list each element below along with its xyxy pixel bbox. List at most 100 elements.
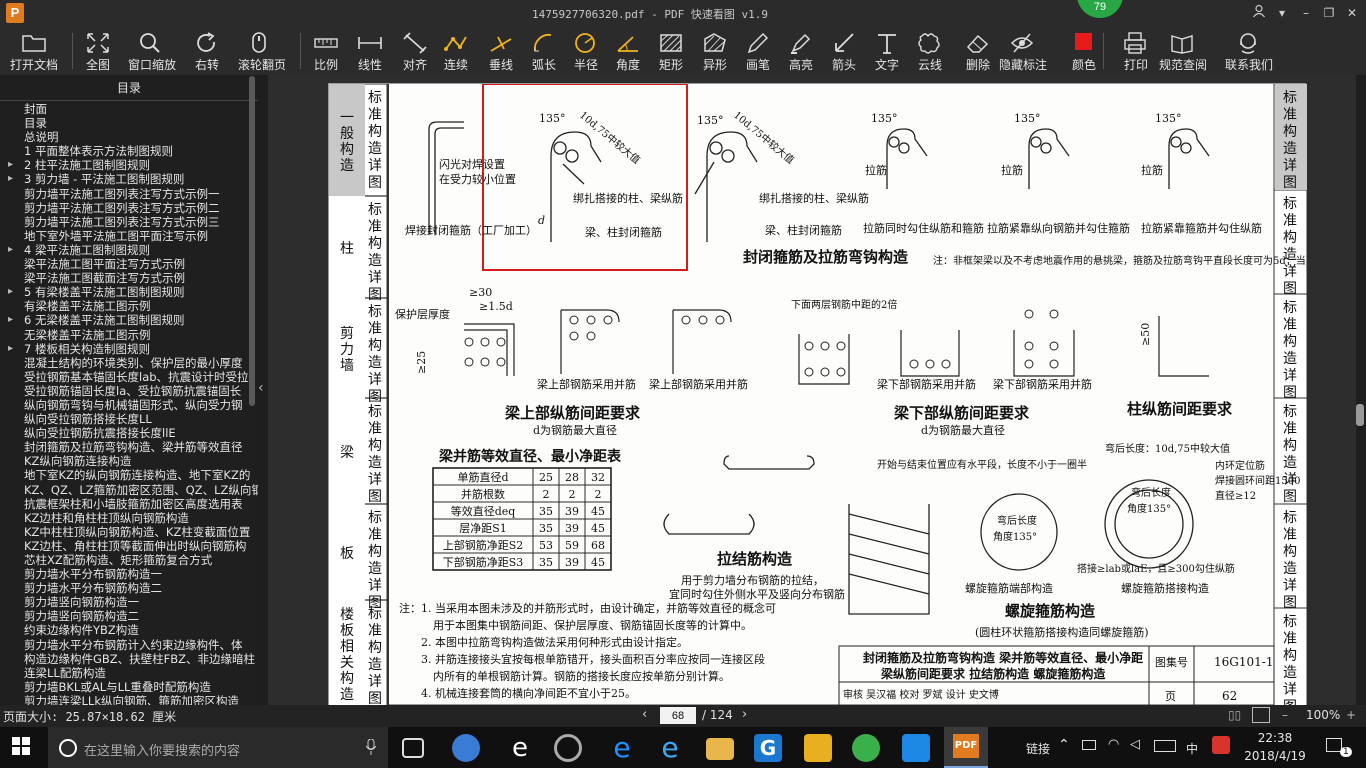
prev-page-button[interactable]: ‹ xyxy=(642,707,647,722)
toc-item[interactable]: 地下室KZ的纵向钢筋连接构造、地下室KZ的 xyxy=(0,468,258,482)
toc-item[interactable]: 5 有梁楼盖平法施工图制图规则 xyxy=(0,285,258,299)
toc-item[interactable]: 地下室外墙平法施工图平面注写示例 xyxy=(0,229,258,243)
toolbar-aligned-measure-button[interactable]: 对齐 xyxy=(393,29,437,73)
page-number-input[interactable] xyxy=(660,707,696,724)
toc-item[interactable]: 剪力墙水平分布钢筋计入约束边缘构件、体 xyxy=(0,638,258,652)
toc-item[interactable]: 剪力墙平法施工图列表注写方式示例二 xyxy=(0,201,258,215)
toolbar-angle-button[interactable]: 角度 xyxy=(606,29,650,73)
single-page-view-icon[interactable]: ▯▯ xyxy=(1228,708,1241,722)
toc-item[interactable]: 纵向受拉钢筋搭接长度LL xyxy=(0,412,258,426)
zoom-in-icon[interactable]: + xyxy=(1346,708,1356,722)
close-button[interactable]: ✕ xyxy=(1342,4,1362,22)
toc-item[interactable]: 有梁楼盖平法施工图示例 xyxy=(0,299,258,313)
toolbar-arc-length-button[interactable]: 弧长 xyxy=(522,29,566,73)
ie-icon[interactable]: e xyxy=(656,734,684,762)
continuous-view-icon[interactable] xyxy=(1252,707,1270,723)
toc-item[interactable]: 剪力墙平法施工图列表注写方式示例一 xyxy=(0,187,258,201)
start-button[interactable] xyxy=(12,737,30,759)
toc-item[interactable]: 纵向受拉钢筋抗震搭接长度llE xyxy=(0,426,258,440)
toc-item[interactable]: 受拉钢筋锚固长度la、受拉钢筋抗震锚固长 xyxy=(0,384,258,398)
toolbar-folder-button[interactable]: 打开文档 xyxy=(6,29,62,73)
sogou-browser-icon[interactable] xyxy=(554,734,582,762)
toc-item[interactable]: KZ、QZ、LZ箍筋加密区范围、QZ、LZ纵向钢 xyxy=(0,483,258,497)
toolbar-highlighter-button[interactable]: 高亮 xyxy=(779,29,823,73)
fan-app-icon[interactable] xyxy=(452,734,480,762)
edge-icon[interactable]: e xyxy=(608,734,636,762)
minimize-button[interactable]: – xyxy=(1296,4,1316,22)
toc-item[interactable]: KZ中柱柱顶纵向钢筋构造、KZ柱变截面位置 xyxy=(0,525,258,539)
toc-item[interactable]: 4 梁平法施工图制图规则 xyxy=(0,243,258,257)
restore-button[interactable]: ❐ xyxy=(1319,4,1339,22)
toolbar-eye-hidden-button[interactable]: 隐藏标注 xyxy=(995,29,1051,73)
collapse-sidebar-icon[interactable]: ‹ xyxy=(258,380,264,396)
toc-item[interactable]: 剪力墙竖向钢筋构造一 xyxy=(0,595,258,609)
toc-item[interactable]: KZ边柱和角柱柱顶纵向钢筋构造 xyxy=(0,511,258,525)
tray-expand-icon[interactable]: ⌃ xyxy=(1058,737,1070,753)
wifi-icon[interactable]: ◠ xyxy=(1108,737,1119,752)
ime-indicator[interactable]: 中 xyxy=(1186,740,1198,757)
tray-link-label[interactable]: 链接 xyxy=(1026,740,1050,757)
toolbar-polygon-area-button[interactable]: 异形 xyxy=(693,29,737,73)
toolbar-text-button[interactable]: 文字 xyxy=(865,29,909,73)
toc-item[interactable]: 6 无梁楼盖平法施工图制图规则 xyxy=(0,313,258,327)
toc-item[interactable]: 剪力墙连梁LLk纵向钢筋、箍筋加密区构造 xyxy=(0,694,258,705)
toolbar-pencil-button[interactable]: 画笔 xyxy=(736,29,780,73)
toolbar-arrow-button[interactable]: 箭头 xyxy=(822,29,866,73)
toc-item[interactable]: 受拉钢筋基本锚固长度lab、抗震设计时受拉 xyxy=(0,370,258,384)
task-view-icon[interactable] xyxy=(402,738,424,758)
toc-item[interactable]: 封面 xyxy=(0,102,258,116)
document-scrollbar[interactable] xyxy=(1356,404,1364,426)
toc-item[interactable]: 封闭箍筋及拉筋弯钩构造、梁并筋等效直径 xyxy=(0,440,258,454)
toolbar-rotate-right-button[interactable]: 右转 xyxy=(185,29,229,73)
toolbar-zoom-button[interactable]: 窗口缩放 xyxy=(128,29,176,73)
menu-dropdown-icon[interactable]: ▾ xyxy=(1272,4,1292,22)
toolbar-perpendicular-button[interactable]: 垂线 xyxy=(479,29,523,73)
toolbar-continuous-measure-button[interactable]: 连续 xyxy=(434,29,478,73)
taskbar-search[interactable]: 在这里输入你要搜索的内容 xyxy=(48,727,388,768)
blue-app-icon[interactable] xyxy=(902,734,930,762)
volume-icon[interactable]: ◁ xyxy=(1130,737,1140,752)
toc-item[interactable]: 约束边缘构件YBZ构造 xyxy=(0,623,258,637)
toolbar-linear-measure-button[interactable]: 线性 xyxy=(348,29,392,73)
toolbar-book-button[interactable]: 规范查阅 xyxy=(1155,29,1211,73)
document-viewport[interactable]: 一般构造标准构造详图柱标准构造详图剪力墙标准构造详图梁标准构造详图板标准构造详图… xyxy=(268,75,1356,705)
toc-item[interactable]: 1 平面整体表示方法制图规则 xyxy=(0,144,258,158)
toc-item[interactable]: 剪力墙竖向钢筋构造二 xyxy=(0,609,258,623)
toolbar-cloud-line-button[interactable]: 云线 xyxy=(908,29,952,73)
toc-item[interactable]: 2 柱平法施工图制图规则 xyxy=(0,158,258,172)
user-icon[interactable] xyxy=(1249,4,1269,22)
toc-item[interactable]: 抗震框架柱和小墙肢箍筋加密区高度选用表 xyxy=(0,497,258,511)
toolbar-fullscreen-button[interactable]: 全图 xyxy=(76,29,120,73)
toc-item[interactable]: 梁平法施工图平面注写方式示例 xyxy=(0,257,258,271)
next-page-button[interactable]: › xyxy=(742,707,747,722)
toc-item[interactable]: 混凝土结构的环境类别、保护层的最小厚度 xyxy=(0,356,258,370)
toc-item[interactable]: 目录 xyxy=(0,116,258,130)
zoom-out-icon[interactable]: – xyxy=(1282,708,1288,722)
g-app-icon[interactable]: G xyxy=(754,734,782,762)
keyboard-icon[interactable] xyxy=(1154,740,1176,752)
toc-item[interactable]: 芯柱XZ配筋构造、矩形箍筋复合方式 xyxy=(0,553,258,567)
toolbar-support-button[interactable]: 联系我们 xyxy=(1221,29,1277,73)
toc-item[interactable]: 梁平法施工图截面注写方式示例 xyxy=(0,271,258,285)
taskbar-clock[interactable]: 22:38 2018/4/19 xyxy=(1240,729,1310,765)
ie-legacy-icon[interactable]: e xyxy=(506,734,534,762)
toc-item[interactable]: 连梁LL配筋构造 xyxy=(0,666,258,680)
toc-item[interactable]: 剪力墙水平分布钢筋构造一 xyxy=(0,567,258,581)
pdf-viewer-task[interactable]: PDF xyxy=(944,727,988,768)
toc-item[interactable]: 剪力墙水平分布钢筋构造二 xyxy=(0,581,258,595)
toc-item[interactable]: 3 剪力墙 - 平法施工图制图规则 xyxy=(0,172,258,186)
file-explorer-icon[interactable] xyxy=(706,738,734,760)
toc-item[interactable]: KZ边柱、角柱柱顶等截面伸出时纵向钢筋构 xyxy=(0,539,258,553)
toc-item[interactable]: 剪力墙平法施工图列表注写方式示例三 xyxy=(0,215,258,229)
toc-item[interactable]: 剪力墙BKL或AL与LL重叠时配筋构造 xyxy=(0,680,258,694)
toc-item[interactable]: 总说明 xyxy=(0,130,258,144)
toolbar-mouse-button[interactable]: 滚轮翻页 xyxy=(238,29,286,73)
green-app-icon[interactable] xyxy=(852,734,880,762)
toolbar-rectangle-area-button[interactable]: 矩形 xyxy=(649,29,693,73)
toolbar-scale-button[interactable]: 比例 xyxy=(304,29,348,73)
toc-item[interactable]: 纵向钢筋弯钩与机械锚固形式、纵向受力钢 xyxy=(0,398,258,412)
toc-item[interactable]: 7 楼板相关构造制图规则 xyxy=(0,342,258,356)
zoom-level[interactable]: 100% xyxy=(1306,708,1340,722)
toc-item[interactable]: KZ纵向钢筋连接构造 xyxy=(0,454,258,468)
sogou-ime-icon[interactable] xyxy=(1212,736,1230,754)
